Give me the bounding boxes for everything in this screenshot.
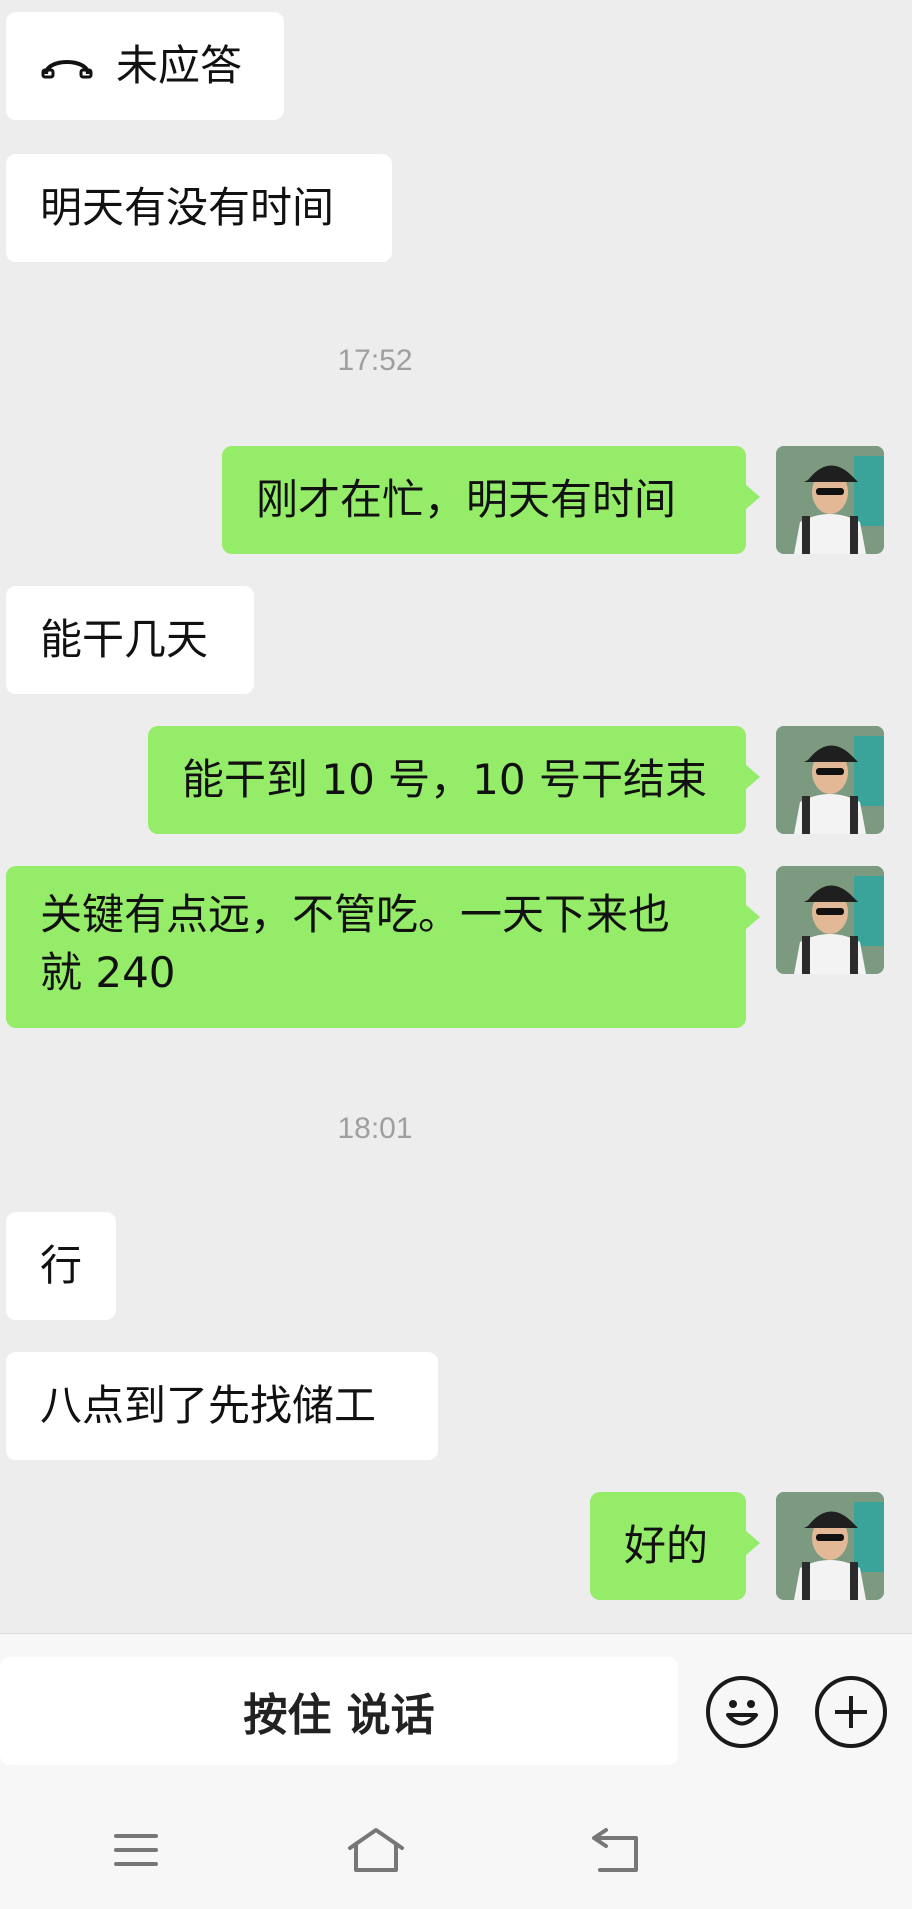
nav-back-button[interactable] <box>586 1820 646 1880</box>
message-outgoing[interactable]: 好的 <box>590 1492 760 1600</box>
message-outgoing[interactable]: 关键有点远，不管吃。一天下来也 就 240 <box>6 866 760 1028</box>
message-text: 刚才在忙，明天有时间 <box>256 475 677 524</box>
message-text-line2: 就 240 <box>40 948 176 997</box>
message-incoming[interactable]: 能干几天 <box>6 586 254 694</box>
hold-to-talk-button[interactable]: 按住 说话 <box>0 1657 678 1765</box>
avatar[interactable] <box>776 446 884 554</box>
message-text-line1: 关键有点远，不管吃。一天下来也 <box>40 890 671 939</box>
avatar-image <box>776 1492 884 1600</box>
phone-hangup-icon <box>40 37 94 95</box>
message-incoming[interactable]: 行 <box>6 1212 116 1320</box>
missed-call-bubble[interactable]: 未应答 <box>6 12 284 120</box>
avatar[interactable] <box>776 1492 884 1600</box>
input-bar: 按住 说话 <box>0 1633 912 1909</box>
missed-call-label: 未应答 <box>116 41 243 90</box>
timestamp: 17:52 <box>337 344 413 377</box>
message-text: 明天有没有时间 <box>40 183 335 232</box>
message-text: 行 <box>40 1241 83 1290</box>
avatar[interactable] <box>776 726 884 834</box>
nav-menu-button[interactable] <box>106 1820 166 1880</box>
emoji-icon <box>726 1700 758 1726</box>
home-icon <box>348 1828 404 1872</box>
avatar-image <box>776 446 884 554</box>
chat-area[interactable]: 未应答 明天有没有时间 17:52 刚才在忙，明天有时间 能干几天 能干到 10… <box>0 0 912 1633</box>
message-incoming[interactable]: 明天有没有时间 <box>6 154 392 262</box>
message-outgoing[interactable]: 刚才在忙，明天有时间 <box>222 446 760 554</box>
message-outgoing[interactable]: 能干到 10 号，10 号干结束 <box>148 726 760 834</box>
message-incoming[interactable]: 八点到了先找储工 <box>6 1352 438 1460</box>
back-icon <box>592 1828 638 1872</box>
avatar-image <box>776 866 884 974</box>
more-button[interactable] <box>815 1676 887 1748</box>
timestamp: 18:01 <box>337 1112 413 1145</box>
avatar-image <box>776 726 884 834</box>
message-text: 能干几天 <box>40 615 209 664</box>
menu-icon <box>114 1834 158 1866</box>
message-text: 能干到 10 号，10 号干结束 <box>182 755 707 804</box>
message-text: 八点到了先找储工 <box>40 1381 377 1430</box>
plus-icon <box>835 1696 867 1728</box>
message-text: 好的 <box>624 1521 709 1570</box>
nav-home-button[interactable] <box>346 1820 406 1880</box>
emoji-button[interactable] <box>706 1676 778 1748</box>
avatar[interactable] <box>776 866 884 974</box>
